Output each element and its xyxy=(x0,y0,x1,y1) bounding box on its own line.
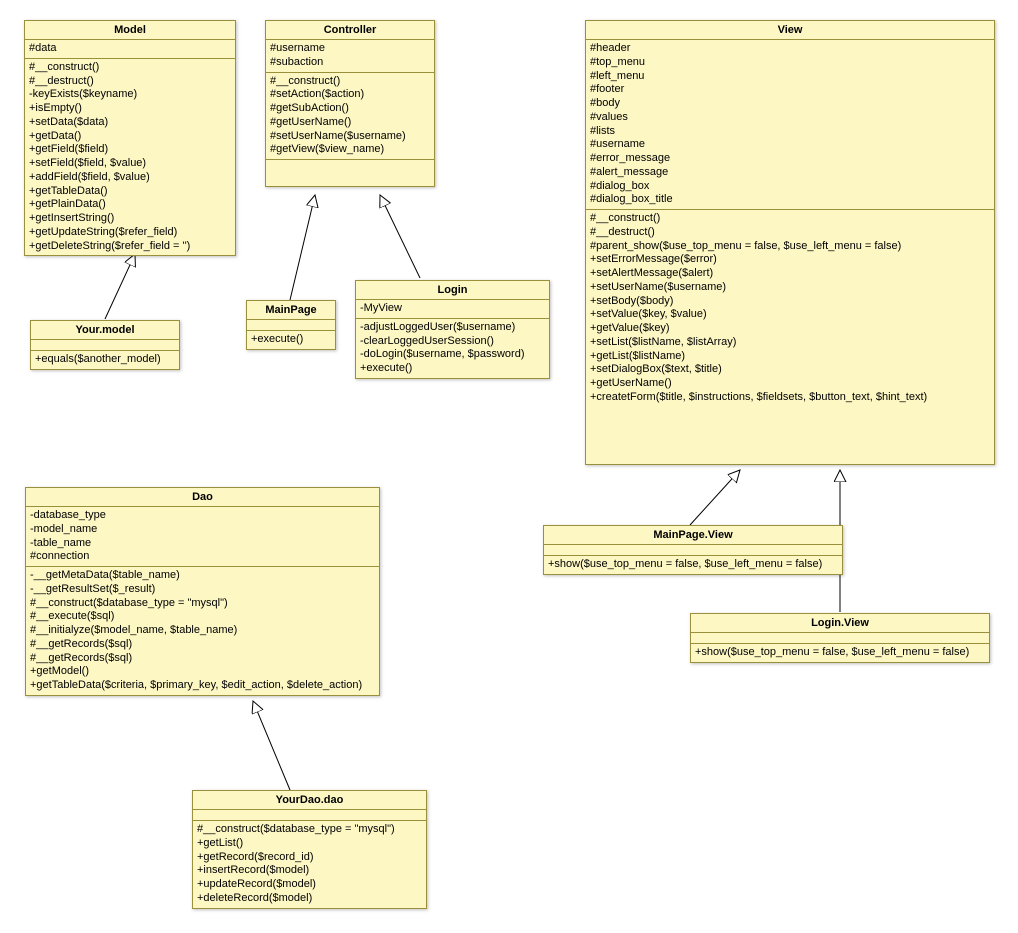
rel-yourdao-dao xyxy=(253,701,290,790)
attributes xyxy=(691,633,989,644)
methods: -__getMetaData($table_name) -__getResult… xyxy=(26,567,379,695)
class-title: Login xyxy=(356,281,549,300)
class-mainpage-view: MainPage.View +show($use_top_menu = fals… xyxy=(543,525,843,575)
attributes xyxy=(31,340,179,351)
attributes xyxy=(193,810,426,821)
attributes: #header #top_menu #left_menu #footer #bo… xyxy=(586,40,994,210)
methods: +execute() xyxy=(247,331,335,349)
rel-login-controller xyxy=(380,195,420,278)
rel-mainpageview-view xyxy=(690,470,740,525)
class-title: YourDao.dao xyxy=(193,791,426,810)
methods: #__construct() #__destruct() -keyExists(… xyxy=(25,59,235,256)
attributes: -database_type -model_name -table_name #… xyxy=(26,507,379,567)
class-dao: Dao -database_type -model_name -table_na… xyxy=(25,487,380,696)
methods: +equals($another_model) xyxy=(31,351,179,369)
rel-mainpage-controller xyxy=(290,195,315,300)
methods: #__construct() #setAction($action) #getS… xyxy=(266,73,434,161)
class-view: View #header #top_menu #left_menu #foote… xyxy=(585,20,995,465)
class-controller: Controller #username #subaction #__const… xyxy=(265,20,435,187)
class-title: Dao xyxy=(26,488,379,507)
class-mainpage: MainPage +execute() xyxy=(246,300,336,350)
methods: #__construct() #__destruct() #parent_sho… xyxy=(586,210,994,407)
class-yourdao: YourDao.dao #__construct($database_type … xyxy=(192,790,427,909)
class-your-model: Your.model +equals($another_model) xyxy=(30,320,180,370)
uml-canvas: Model #data #__construct() #__destruct()… xyxy=(0,0,1018,933)
class-title: Your.model xyxy=(31,321,179,340)
methods: +show($use_top_menu = false, $use_left_m… xyxy=(691,644,989,662)
empty-section xyxy=(266,160,434,186)
class-login-view: Login.View +show($use_top_menu = false, … xyxy=(690,613,990,663)
class-model: Model #data #__construct() #__destruct()… xyxy=(24,20,236,256)
rel-yourmodel-model xyxy=(105,254,135,319)
class-login: Login -MyView -adjustLoggedUser($usernam… xyxy=(355,280,550,379)
class-title: Controller xyxy=(266,21,434,40)
methods: #__construct($database_type = "mysql") +… xyxy=(193,821,426,908)
attributes: #data xyxy=(25,40,235,59)
class-title: Model xyxy=(25,21,235,40)
class-title: Login.View xyxy=(691,614,989,633)
attributes: #username #subaction xyxy=(266,40,434,73)
class-title: MainPage.View xyxy=(544,526,842,545)
attributes xyxy=(544,545,842,556)
attributes: -MyView xyxy=(356,300,549,319)
class-title: View xyxy=(586,21,994,40)
attributes xyxy=(247,320,335,331)
methods: +show($use_top_menu = false, $use_left_m… xyxy=(544,556,842,574)
methods: -adjustLoggedUser($username) -clearLogge… xyxy=(356,319,549,378)
class-title: MainPage xyxy=(247,301,335,320)
